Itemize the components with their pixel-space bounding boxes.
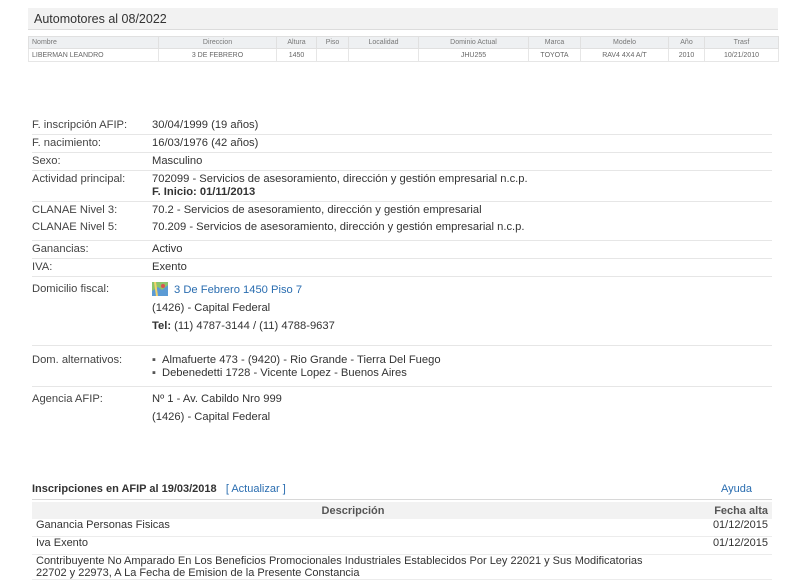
row-clanae5: CLANAE Nivel 5: 70.209 - Servicios de as… (32, 219, 772, 241)
row-inscripcion: F. inscripción AFIP: 30/04/1999 (19 años… (32, 117, 772, 135)
vehicles-header-row: Nombre Direccion Altura Piso Localidad D… (28, 36, 779, 49)
col-header: Año (668, 36, 705, 49)
label-sexo: Sexo: (32, 155, 61, 167)
cell-localidad (348, 48, 419, 62)
col-header: Trasf (704, 36, 779, 49)
col-header: Piso (316, 36, 349, 49)
value-sexo: Masculino (152, 155, 203, 167)
help-link[interactable]: Ayuda (721, 483, 752, 499)
tel-label: Tel: (152, 320, 172, 332)
cell-piso (316, 48, 349, 62)
label-alternativos: Dom. alternativos: (32, 354, 123, 366)
value-clanae3: 70.2 - Servicios de asesoramiento, direc… (152, 204, 482, 216)
cell-fecha: 01/12/2015 (674, 519, 772, 537)
tel-value: (11) 4787-3144 / (11) 4788-9637 (174, 320, 335, 332)
row-nacimiento: F. nacimiento: 16/03/1976 (42 años) (32, 135, 772, 153)
label-iva: IVA: (32, 261, 53, 273)
inicio-value: 01/11/2013 (199, 186, 256, 198)
inicio-label: F. Inicio: (152, 186, 197, 198)
value-ganancias: Activo (152, 243, 183, 255)
col-header: Marca (528, 36, 581, 49)
value-iva: Exento (152, 261, 187, 273)
map-icon[interactable] (152, 281, 168, 297)
col-header: Altura (276, 36, 317, 49)
afip-header: Inscripciones en AFIP al 19/03/2018 [ Ac… (32, 483, 772, 500)
value-actividad: 702099 - Servicios de asesoramiento, dir… (152, 171, 772, 199)
taxpayer-info: F. inscripción AFIP: 30/04/1999 (19 años… (32, 117, 772, 427)
agencia-city: (1426) - Capital Federal (152, 411, 271, 423)
value-alternativos: ▪ Almafuerte 473 - (9420) - Rio Grande - … (152, 346, 772, 380)
label-inscripcion: F. inscripción AFIP: (32, 119, 128, 131)
row-agencia: Agencia AFIP: Nº 1 - Av. Cabildo Nro 999… (32, 387, 772, 427)
label-nacimiento: F. nacimiento: (32, 137, 102, 149)
bullet-icon: ▪ (152, 354, 156, 366)
row-actividad: Actividad principal: 702099 - Servicios … (32, 171, 772, 202)
col-header: Dominio Actual (418, 36, 529, 49)
row-clanae3: CLANAE Nivel 3: 70.2 - Servicios de ases… (32, 202, 772, 219)
value-clanae5: 70.209 - Servicios de asesoramiento, dir… (152, 221, 525, 233)
row-alternativos: Dom. alternativos: ▪ Almafuerte 473 - (94… (32, 346, 772, 387)
agencia-address: Nº 1 - Av. Cabildo Nro 999 (152, 393, 282, 405)
cell-trasf: 10/21/2010 (704, 48, 779, 62)
row-ganancias: Ganancias: Activo (32, 241, 772, 259)
vehicles-title: Automotores al 08/2022 (28, 8, 778, 30)
value-nacimiento: 16/03/1976 (42 años) (152, 137, 259, 149)
list-item: ▪ Almafuerte 473 - (9420) - Rio Grande - … (152, 354, 441, 366)
update-link[interactable]: Actualizar (231, 483, 279, 495)
table-row: Iva Exento 01/12/2015 (32, 536, 772, 555)
col-header: Nombre (28, 36, 159, 49)
row-domicilio: Domicilio fiscal: 3 De Febrero 1450 Piso… (32, 277, 772, 346)
col-header: Direccion (158, 36, 277, 49)
actividad-description: 702099 - Servicios de asesoramiento, dir… (152, 173, 528, 185)
label-clanae3: CLANAE Nivel 3: (32, 204, 118, 216)
table-row: Contribuyente No Amparado En Los Benefic… (32, 554, 772, 580)
value-domicilio: 3 De Febrero 1450 Piso 7 (1426) - Capita… (152, 277, 772, 333)
list-item: ▪ Debenedetti 1728 - Vicente Lopez - Buen… (152, 367, 407, 379)
col-header: Localidad (348, 36, 419, 49)
cell-modelo: RAV4 4X4 A/T (580, 48, 669, 62)
cell-anio: 2010 (668, 48, 705, 62)
vehicles-table: Nombre Direccion Altura Piso Localidad D… (28, 36, 779, 62)
cell-descripcion: Iva Exento (32, 536, 674, 555)
cell-nombre: LIBERMAN LEANDRO (28, 48, 159, 62)
value-inscripcion: 30/04/1999 (19 años) (152, 119, 259, 131)
cell-fecha (674, 554, 772, 580)
cell-descripcion: Ganancia Personas Fisicas (32, 519, 674, 537)
fiscal-address-link[interactable]: 3 De Febrero 1450 Piso 7 (174, 284, 302, 296)
row-iva: IVA: Exento (32, 259, 772, 277)
row-sexo: Sexo: Masculino (32, 153, 772, 171)
value-agencia: Nº 1 - Av. Cabildo Nro 999 (1426) - Capi… (152, 387, 772, 424)
fiscal-city: (1426) - Capital Federal (152, 302, 271, 314)
col-header-fecha: Fecha alta (674, 502, 772, 519)
cell-fecha: 01/12/2015 (674, 536, 772, 555)
cell-marca: TOYOTA (528, 48, 581, 62)
label-domicilio: Domicilio fiscal: (32, 283, 110, 295)
label-ganancias: Ganancias: (32, 243, 89, 255)
bullet-icon: ▪ (152, 367, 156, 379)
cell-altura: 1450 (276, 48, 317, 62)
col-header-descripcion: Descripción (32, 502, 674, 519)
cell-direccion: 3 DE FEBRERO (158, 48, 277, 62)
col-header: Modelo (580, 36, 669, 49)
label-clanae5: CLANAE Nivel 5: (32, 221, 118, 233)
cell-dominio: JHU255 (418, 48, 529, 62)
afip-table: Descripción Fecha alta Ganancia Personas… (32, 502, 772, 580)
afip-title: Inscripciones en AFIP al 19/03/2018 (32, 483, 217, 495)
cell-descripcion: Contribuyente No Amparado En Los Benefic… (32, 554, 674, 580)
table-row: Ganancia Personas Fisicas 01/12/2015 (32, 519, 772, 537)
label-actividad: Actividad principal: (32, 173, 126, 185)
table-row: LIBERMAN LEANDRO 3 DE FEBRERO 1450 JHU25… (28, 48, 779, 62)
label-agencia: Agencia AFIP: (32, 393, 103, 405)
